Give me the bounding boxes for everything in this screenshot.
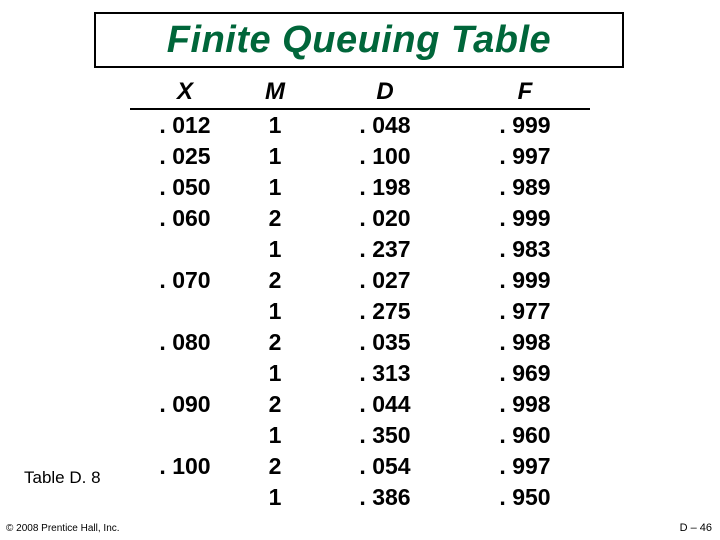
cell-M: 1 [240, 110, 310, 141]
cell-M: 2 [240, 203, 310, 234]
cell-D: . 198 [310, 172, 460, 203]
cell-D: . 100 [310, 141, 460, 172]
header-F: F [460, 78, 590, 110]
column-M: M 1 1 1 2 1 2 1 2 1 2 1 2 1 [240, 78, 310, 513]
page-number: D – 46 [680, 522, 712, 534]
cell-D: . 237 [310, 234, 460, 265]
column-D: D . 048 . 100 . 198 . 020 . 237 . 027 . … [310, 78, 460, 513]
cell-M: 2 [240, 327, 310, 358]
cell-X-blank [130, 420, 240, 451]
cell-M: 2 [240, 451, 310, 482]
cell-F: . 977 [460, 296, 590, 327]
cell-D: . 044 [310, 389, 460, 420]
cell-F: . 999 [460, 265, 590, 296]
cell-F: . 998 [460, 327, 590, 358]
cell-X-blank [130, 296, 240, 327]
slide: Finite Queuing Table X . 012 . 025 . 050… [0, 0, 720, 540]
queuing-table: X . 012 . 025 . 050 . 060 . 070 . 080 . … [130, 78, 600, 513]
table-caption: Table D. 8 [24, 468, 101, 488]
cell-X: . 012 [130, 110, 240, 141]
cell-M: 1 [240, 358, 310, 389]
cell-F: . 950 [460, 482, 590, 513]
title-box: Finite Queuing Table [94, 12, 624, 68]
cell-X: . 060 [130, 203, 240, 234]
slide-title: Finite Queuing Table [167, 19, 551, 62]
cell-D: . 313 [310, 358, 460, 389]
cell-X: . 080 [130, 327, 240, 358]
cell-X-blank [130, 234, 240, 265]
cell-F: . 997 [460, 141, 590, 172]
header-M: M [240, 78, 310, 110]
cell-D: . 275 [310, 296, 460, 327]
cell-F: . 989 [460, 172, 590, 203]
cell-F: . 983 [460, 234, 590, 265]
cell-X-blank [130, 358, 240, 389]
cell-F: . 999 [460, 203, 590, 234]
cell-D: . 350 [310, 420, 460, 451]
cell-M: 1 [240, 482, 310, 513]
cell-D: . 048 [310, 110, 460, 141]
cell-X: . 025 [130, 141, 240, 172]
column-X: X . 012 . 025 . 050 . 060 . 070 . 080 . … [130, 78, 240, 513]
cell-M: 1 [240, 420, 310, 451]
copyright-text: © 2008 Prentice Hall, Inc. [6, 523, 120, 534]
cell-M: 1 [240, 234, 310, 265]
cell-F: . 998 [460, 389, 590, 420]
cell-D: . 035 [310, 327, 460, 358]
cell-F: . 960 [460, 420, 590, 451]
cell-F: . 999 [460, 110, 590, 141]
cell-D: . 054 [310, 451, 460, 482]
cell-D: . 386 [310, 482, 460, 513]
cell-M: 1 [240, 141, 310, 172]
cell-X: . 050 [130, 172, 240, 203]
header-X: X [130, 78, 240, 110]
cell-X: . 100 [130, 451, 240, 482]
cell-D: . 027 [310, 265, 460, 296]
cell-M: 1 [240, 172, 310, 203]
cell-F: . 997 [460, 451, 590, 482]
cell-X: . 090 [130, 389, 240, 420]
column-F: F . 999 . 997 . 989 . 999 . 983 . 999 . … [460, 78, 590, 513]
cell-F: . 969 [460, 358, 590, 389]
cell-X: . 070 [130, 265, 240, 296]
header-D: D [310, 78, 460, 110]
cell-M: 2 [240, 389, 310, 420]
cell-M: 1 [240, 296, 310, 327]
cell-M: 2 [240, 265, 310, 296]
cell-D: . 020 [310, 203, 460, 234]
cell-X-blank [130, 482, 240, 513]
